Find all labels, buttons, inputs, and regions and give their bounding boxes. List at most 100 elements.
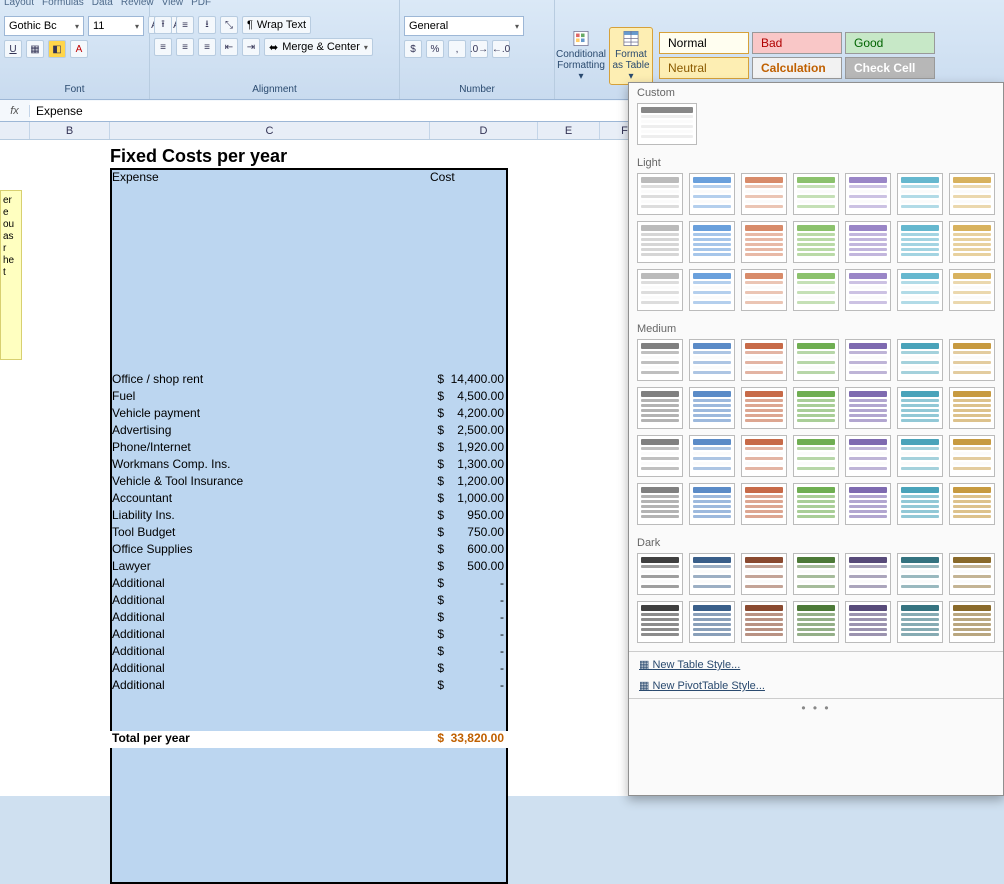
table-style-swatch[interactable] xyxy=(845,339,891,381)
table-style-swatch[interactable] xyxy=(637,339,683,381)
header-row[interactable]: Expense Cost xyxy=(110,170,508,187)
expense-row[interactable]: Additional $ - xyxy=(110,627,508,644)
expense-row[interactable]: Additional $ - xyxy=(110,593,508,610)
table-style-swatch[interactable] xyxy=(845,173,891,215)
new-table-style-link[interactable]: ▦ New Table Style... xyxy=(639,658,993,671)
align-bottom-icon[interactable]: ⭳ xyxy=(198,16,216,34)
table-style-swatch[interactable] xyxy=(845,435,891,477)
table-style-swatch[interactable] xyxy=(793,553,839,595)
expense-row[interactable]: Additional $ - xyxy=(110,678,508,695)
align-right-icon[interactable]: ≡ xyxy=(198,38,216,56)
table-style-swatch[interactable] xyxy=(845,221,891,263)
title-cell[interactable]: Fixed Costs per year xyxy=(110,146,287,167)
expense-row[interactable]: Accountant $ 1,000.00 xyxy=(110,491,508,508)
table-style-swatch[interactable] xyxy=(897,339,943,381)
total-row[interactable]: Total per year $ 33,820.00 xyxy=(110,731,508,748)
table-style-swatch[interactable] xyxy=(637,435,683,477)
tab-view[interactable]: View xyxy=(162,0,184,9)
comma-icon[interactable]: , xyxy=(448,40,466,58)
cell-style-check-cell[interactable]: Check Cell xyxy=(845,57,935,79)
table-style-swatch[interactable] xyxy=(897,553,943,595)
wrap-text-button[interactable]: ¶ Wrap Text xyxy=(242,16,311,34)
table-style-swatch[interactable] xyxy=(845,483,891,525)
table-style-swatch[interactable] xyxy=(741,221,787,263)
align-left-icon[interactable]: ≡ xyxy=(154,38,172,56)
table-style-swatch[interactable] xyxy=(741,601,787,643)
table-style-swatch[interactable] xyxy=(793,483,839,525)
expense-row[interactable]: Lawyer $ 500.00 xyxy=(110,559,508,576)
align-top-icon[interactable]: ⭱ xyxy=(154,16,172,34)
panel-resize-grip[interactable]: • • • xyxy=(629,698,1003,717)
table-style-swatch[interactable] xyxy=(949,387,995,429)
table-style-swatch[interactable] xyxy=(793,221,839,263)
font-name-combo[interactable]: Gothic Bc▾ xyxy=(4,16,84,36)
table-style-swatch[interactable] xyxy=(689,553,735,595)
table-style-swatch[interactable] xyxy=(637,553,683,595)
table-style-swatch[interactable] xyxy=(689,173,735,215)
merge-center-button[interactable]: ⬌ Merge & Center▾ xyxy=(264,38,373,56)
currency-icon[interactable]: $ xyxy=(404,40,422,58)
table-style-swatch[interactable] xyxy=(689,387,735,429)
table-style-swatch[interactable] xyxy=(845,387,891,429)
table-style-swatch[interactable] xyxy=(637,221,683,263)
table-style-swatch[interactable] xyxy=(845,601,891,643)
table-style-swatch[interactable] xyxy=(793,339,839,381)
table-style-swatch[interactable] xyxy=(741,173,787,215)
expense-row[interactable]: Advertising $ 2,500.00 xyxy=(110,423,508,440)
border-icon[interactable]: ▦ xyxy=(26,40,44,58)
table-style-swatch[interactable] xyxy=(637,387,683,429)
table-style-swatch[interactable] xyxy=(897,173,943,215)
underline-icon[interactable]: U xyxy=(4,40,22,58)
expense-row[interactable]: Additional $ - xyxy=(110,610,508,627)
table-style-swatch[interactable] xyxy=(637,483,683,525)
table-style-swatch[interactable] xyxy=(897,601,943,643)
table-style-swatch[interactable] xyxy=(793,173,839,215)
cell-style-calculation[interactable]: Calculation xyxy=(752,57,842,79)
table-style-swatch[interactable] xyxy=(897,269,943,311)
decrease-decimal-icon[interactable]: ←.0 xyxy=(492,40,510,58)
table-style-swatch[interactable] xyxy=(689,269,735,311)
table-style-swatch[interactable] xyxy=(689,339,735,381)
table-style-swatch[interactable] xyxy=(949,553,995,595)
tab-pdf[interactable]: PDF xyxy=(191,0,211,9)
table-style-swatch[interactable] xyxy=(689,435,735,477)
increase-decimal-icon[interactable]: .0→ xyxy=(470,40,488,58)
expense-row[interactable]: Fuel $ 4,500.00 xyxy=(110,389,508,406)
expense-row[interactable]: Vehicle & Tool Insurance $ 1,200.00 xyxy=(110,474,508,491)
table-style-swatch[interactable] xyxy=(689,483,735,525)
conditional-formatting-button[interactable]: Conditional Formatting ▾ xyxy=(559,27,603,85)
comment-note[interactable]: ereouasrhet xyxy=(0,190,22,360)
table-style-swatch[interactable] xyxy=(793,435,839,477)
tab-review[interactable]: Review xyxy=(121,0,154,9)
align-middle-icon[interactable]: ≡ xyxy=(176,16,194,34)
col-header-e[interactable]: E xyxy=(538,122,600,139)
table-style-swatch[interactable] xyxy=(741,269,787,311)
table-style-swatch[interactable] xyxy=(637,173,683,215)
table-style-swatch[interactable] xyxy=(637,103,697,145)
format-as-table-button[interactable]: Format as Table ▾ xyxy=(609,27,653,85)
table-style-swatch[interactable] xyxy=(741,483,787,525)
cell-style-good[interactable]: Good xyxy=(845,32,935,54)
table-style-swatch[interactable] xyxy=(949,339,995,381)
table-style-swatch[interactable] xyxy=(897,387,943,429)
percent-icon[interactable]: % xyxy=(426,40,444,58)
col-header-d[interactable]: D xyxy=(430,122,538,139)
table-style-swatch[interactable] xyxy=(949,269,995,311)
decrease-indent-icon[interactable]: ⇤ xyxy=(220,38,238,56)
new-pivot-style-link[interactable]: ▦ New PivotTable Style... xyxy=(639,679,993,692)
table-style-swatch[interactable] xyxy=(845,269,891,311)
font-size-combo[interactable]: 11▾ xyxy=(88,16,144,36)
table-styles-panel[interactable]: CustomLightMediumDark ▦ New Table Style.… xyxy=(628,82,1004,796)
table-style-swatch[interactable] xyxy=(949,435,995,477)
table-style-swatch[interactable] xyxy=(689,221,735,263)
fill-color-icon[interactable]: ◧ xyxy=(48,40,66,58)
table-style-swatch[interactable] xyxy=(637,269,683,311)
expense-row[interactable]: Office Supplies $ 600.00 xyxy=(110,542,508,559)
expense-row[interactable]: Liability Ins. $ 950.00 xyxy=(110,508,508,525)
expense-row[interactable]: Additional $ - xyxy=(110,644,508,661)
table-style-swatch[interactable] xyxy=(741,435,787,477)
font-color-icon[interactable]: A xyxy=(70,40,88,58)
table-style-swatch[interactable] xyxy=(897,221,943,263)
table-style-swatch[interactable] xyxy=(949,221,995,263)
tab-formulas[interactable]: Formulas xyxy=(42,0,84,9)
